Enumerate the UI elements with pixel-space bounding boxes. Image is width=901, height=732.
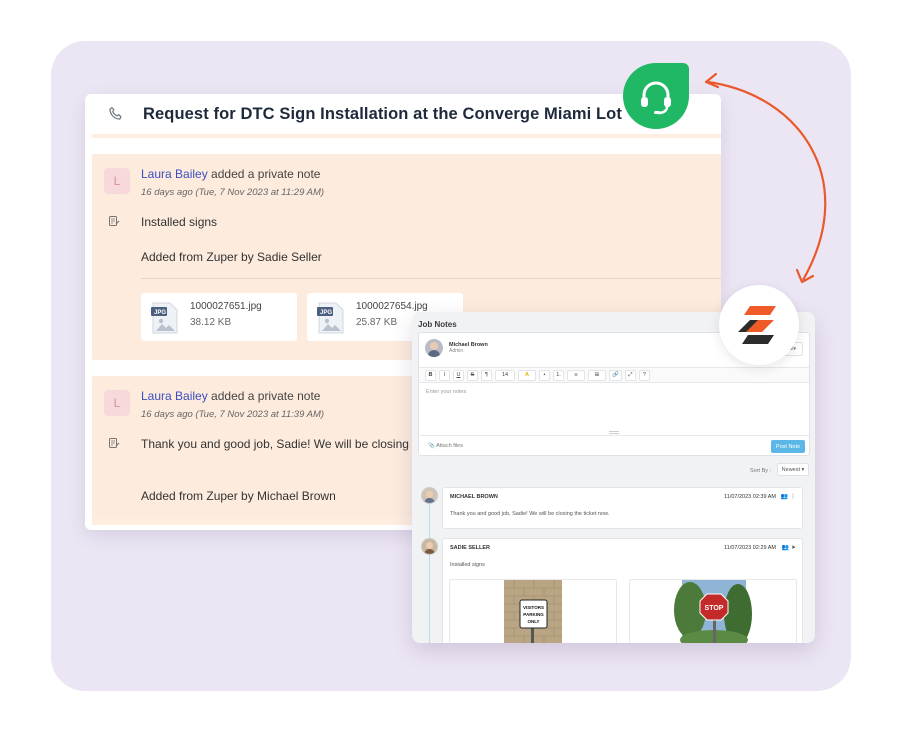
note-body: Thank you and good job, Sadie! We will b… bbox=[141, 437, 439, 451]
more-options-icon[interactable]: ⋮ bbox=[790, 494, 796, 500]
divider bbox=[141, 278, 721, 279]
post-note-button[interactable]: Post Note bbox=[771, 440, 805, 453]
avatar bbox=[421, 538, 438, 555]
comment-actions: 👥 ➤ bbox=[782, 544, 796, 551]
attach-files-button[interactable]: 📎 Attach files bbox=[428, 443, 463, 449]
avatar: L bbox=[104, 390, 130, 416]
avatar: L bbox=[104, 168, 130, 194]
note-action: added a private note bbox=[207, 167, 321, 181]
align-select[interactable]: ≡ bbox=[567, 369, 585, 381]
note-timestamp: 16 days ago (Tue, 7 Nov 2023 at 11:39 AM… bbox=[141, 409, 325, 420]
bullet-list-button[interactable]: • bbox=[539, 369, 550, 381]
comment-actions: 👥 ⋮ bbox=[781, 493, 796, 500]
editor-toolbar: B I U S ¶ 14 A • 1. ≡ ⊞ 🔗 ⤢ ? bbox=[419, 367, 809, 383]
support-app-badge bbox=[623, 63, 689, 129]
sign-text: PARKING bbox=[523, 612, 544, 617]
notes-input[interactable]: Enter your notes bbox=[426, 389, 466, 395]
note-author-link[interactable]: Laura Bailey bbox=[141, 389, 208, 403]
note-source: Added from Zuper by Michael Brown bbox=[141, 489, 336, 503]
sign-text: ONLY bbox=[527, 619, 539, 624]
strikethrough-button[interactable]: S bbox=[467, 369, 478, 381]
svg-text:JPG: JPG bbox=[154, 310, 166, 316]
parking-sign-image: VISITORS PARKING ONLY bbox=[504, 580, 562, 643]
paragraph-button[interactable]: ¶ bbox=[481, 369, 492, 381]
table-button[interactable]: ⊞ bbox=[588, 369, 606, 381]
editor-user: Michael Brown Admin bbox=[425, 339, 488, 357]
panel-title: Job Notes bbox=[418, 320, 457, 329]
note-header: Laura Bailey added a private note bbox=[141, 167, 320, 181]
font-size-select[interactable]: 14 bbox=[495, 369, 515, 381]
comment-text: Thank you and good job, Sadie! We will b… bbox=[450, 511, 610, 517]
ticket-title: Request for DTC Sign Installation at the… bbox=[143, 104, 622, 123]
headset-icon bbox=[641, 81, 671, 115]
jpg-file-icon: JPG bbox=[317, 302, 344, 334]
svg-text:JPG: JPG bbox=[320, 310, 332, 316]
comment-card: SADIE SELLER 11/07/2023 02:29 AM 👥 ➤ Ins… bbox=[442, 538, 803, 643]
editor-footer: 📎 Attach files Post Note bbox=[419, 435, 809, 456]
note-timestamp: 16 days ago (Tue, 7 Nov 2023 at 11:29 AM… bbox=[141, 187, 325, 198]
comment-card: MICHAEL BROWN 11/07/2023 02:39 AM 👥 ⋮ Th… bbox=[442, 487, 803, 529]
avatar bbox=[421, 487, 438, 504]
note-source: Added from Zuper by Sadie Seller bbox=[141, 250, 322, 264]
note-header: Laura Bailey added a private note bbox=[141, 389, 320, 403]
note-action: added a private note bbox=[207, 389, 321, 403]
sign-text: STOP bbox=[705, 605, 724, 612]
sort-select[interactable]: Newest ▾ bbox=[777, 463, 809, 476]
attached-photo[interactable]: STOP bbox=[629, 579, 797, 643]
zuper-logo-icon bbox=[738, 306, 776, 344]
timeline-line bbox=[429, 494, 430, 643]
note-author-link[interactable]: Laura Bailey bbox=[141, 167, 208, 181]
attached-photo[interactable]: VISITORS PARKING ONLY bbox=[449, 579, 617, 643]
people-icon: 👥 bbox=[781, 545, 790, 551]
editor-user-role: Admin bbox=[449, 348, 464, 354]
comment-text: Installed signs bbox=[450, 562, 485, 568]
sign-text: VISITORS bbox=[523, 605, 544, 610]
avatar bbox=[425, 339, 443, 357]
bold-button[interactable]: B bbox=[425, 369, 436, 381]
sort-value: Newest bbox=[781, 466, 801, 473]
note-edit-icon bbox=[109, 438, 120, 448]
comment-date: 11/07/2023 02:39 AM bbox=[724, 494, 776, 500]
people-icon: 👥 bbox=[780, 494, 789, 500]
stop-sign-image: STOP bbox=[674, 580, 752, 643]
attachment-size: 25.87 KB bbox=[356, 317, 398, 328]
note-body: Installed signs bbox=[141, 215, 218, 229]
comment-author: MICHAEL BROWN bbox=[450, 494, 498, 500]
fullscreen-icon[interactable]: ⤢ bbox=[624, 369, 636, 381]
italic-button[interactable]: I bbox=[439, 369, 450, 381]
numbered-list-button[interactable]: 1. bbox=[553, 369, 564, 381]
resize-handle[interactable] bbox=[609, 431, 619, 434]
phone-icon bbox=[109, 107, 122, 120]
comment-author: SADIE SELLER bbox=[450, 545, 491, 551]
sort-label: Sort By : bbox=[750, 468, 772, 474]
help-icon[interactable]: ? bbox=[638, 369, 650, 381]
send-icon[interactable]: ➤ bbox=[791, 545, 796, 551]
attachment-size: 38.12 KB bbox=[190, 317, 232, 328]
note-strip bbox=[92, 134, 721, 138]
attachment-name: 1000027654.jpg bbox=[356, 301, 428, 312]
highlight-color-button[interactable]: A bbox=[518, 369, 536, 381]
zuper-app-badge bbox=[719, 285, 799, 365]
link-icon[interactable]: 🔗 bbox=[609, 369, 622, 381]
underline-button[interactable]: U bbox=[453, 369, 464, 381]
attachment-name: 1000027651.jpg bbox=[190, 301, 262, 312]
comment-date: 11/07/2023 02:29 AM bbox=[724, 545, 776, 551]
attach-label: Attach files bbox=[436, 443, 463, 449]
jpg-file-icon: JPG bbox=[151, 302, 178, 334]
note-edit-icon bbox=[109, 216, 120, 226]
attachment-file[interactable]: JPG 1000027651.jpg 38.12 KB bbox=[141, 293, 297, 341]
